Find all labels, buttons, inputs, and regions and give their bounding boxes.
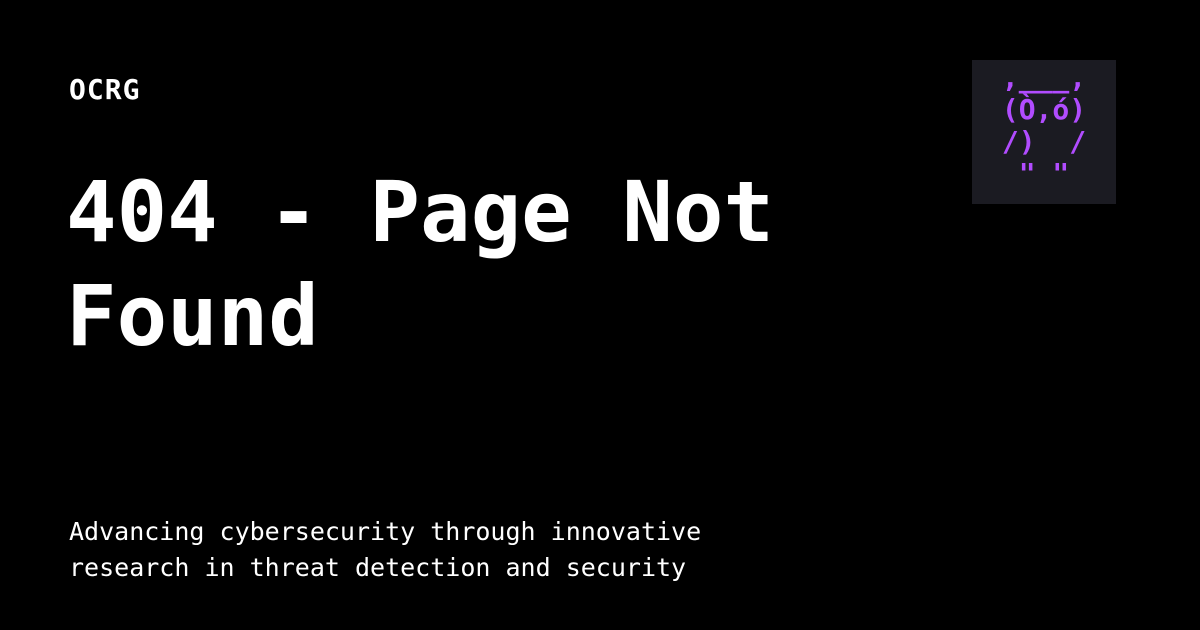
tagline-line-1: Advancing cybersecurity through innovati…	[69, 517, 702, 546]
owl-logo: ,___, (Ò,ó)/) / " "	[972, 60, 1116, 204]
brand-name: OCRG	[69, 73, 141, 106]
owl-art-line: " "	[1018, 157, 1070, 190]
owl-art-line: ,___,	[1001, 61, 1087, 94]
owl-art-line: /) /	[1001, 125, 1087, 158]
og-card: OCRG 404 - Page Not Found Advancing cybe…	[0, 0, 1200, 630]
owl-ascii-art-icon: ,___, (Ò,ó)/) / " "	[972, 62, 1116, 190]
tagline: Advancing cybersecurity through innovati…	[69, 514, 829, 586]
owl-art-line: (Ò,ó)	[1001, 93, 1087, 126]
tagline-line-2: research in threat detection and securit…	[69, 553, 687, 582]
page-title: 404 - Page Not Found	[66, 163, 775, 365]
